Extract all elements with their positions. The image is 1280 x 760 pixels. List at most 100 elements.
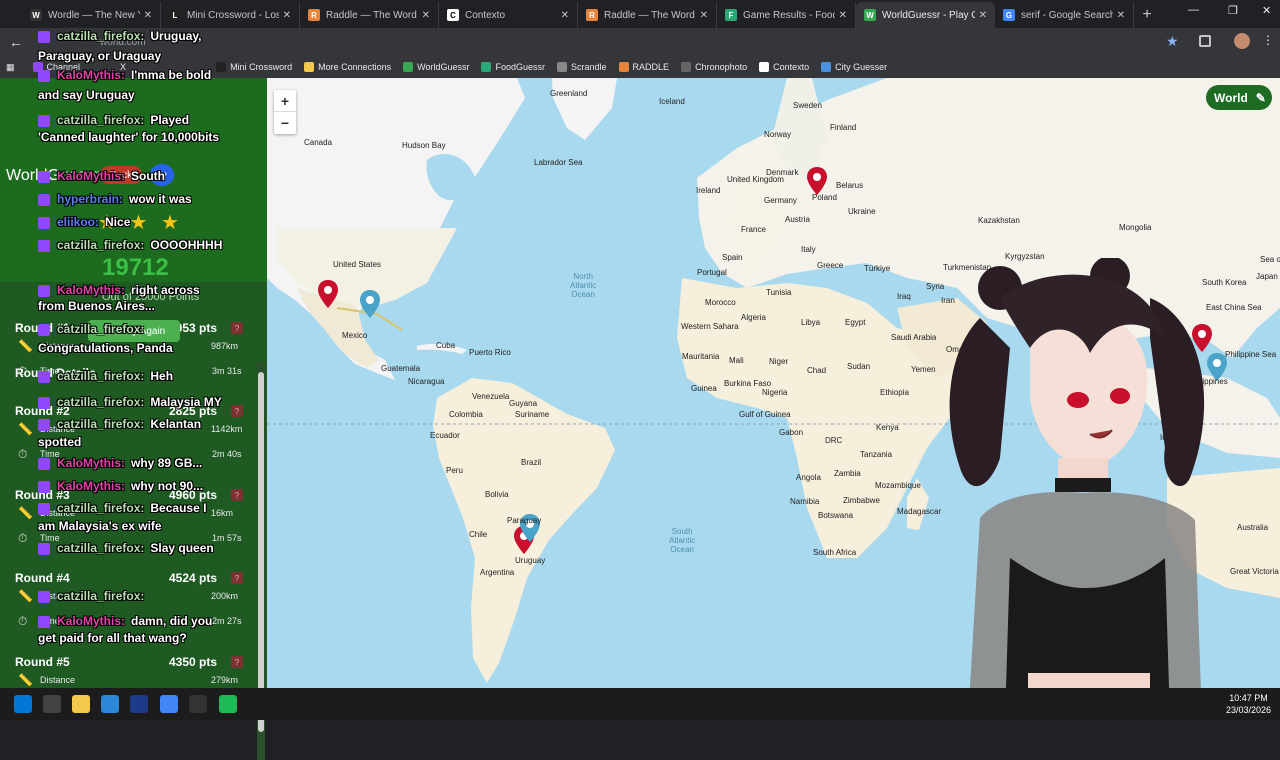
map-label: Paraguay xyxy=(507,516,542,525)
tab-favicon-icon: G xyxy=(1003,9,1015,21)
chat-text: why not 90... xyxy=(131,479,204,493)
map-label: Mozambique xyxy=(875,481,921,490)
menu-icon[interactable]: ⋮ xyxy=(1262,33,1274,47)
map-label: Hudson Bay xyxy=(402,141,446,150)
ruler-icon: 📏 xyxy=(18,506,33,520)
map-label: Guatemala xyxy=(381,364,421,373)
ocean-label-line: South xyxy=(671,527,693,536)
tab-4[interactable]: R Raddle — The Word Trans ✕ xyxy=(578,2,717,28)
bookmark-star-icon[interactable]: ★ xyxy=(1166,33,1179,50)
round-points: 4350 pts xyxy=(169,655,218,669)
map-label: Spain xyxy=(722,253,743,262)
file-explorer-icon[interactable] xyxy=(72,695,90,713)
bookmark-item[interactable]: RADDLE xyxy=(618,62,669,72)
tab-close-icon[interactable]: ✕ xyxy=(979,10,987,21)
bookmark-item[interactable]: Contexto xyxy=(759,62,809,72)
chat-username: catzilla_firefox: xyxy=(57,238,145,252)
map-label: Nigeria xyxy=(762,388,788,397)
map-label: Uruguay xyxy=(515,556,546,565)
bookmark-item[interactable]: Mini Crossword xyxy=(216,62,292,72)
distance-value: 1142km xyxy=(211,424,243,434)
chat-message: catzilla_firefox: Heh xyxy=(57,369,173,383)
tab-close-icon[interactable]: ✕ xyxy=(700,10,708,21)
new-tab-button[interactable]: + xyxy=(1134,2,1160,28)
map-label: Australia xyxy=(1237,523,1269,532)
extensions-icon[interactable] xyxy=(1199,35,1211,47)
map-label: Puerto Rico xyxy=(469,348,511,357)
tab-2[interactable]: R Raddle — The Word Trans ✕ xyxy=(300,2,439,28)
chat-message: KaloMythis: right across xyxy=(57,283,200,297)
chat-message: KaloMythis: why 89 GB... xyxy=(57,456,202,470)
round-info-badge[interactable]: ? xyxy=(231,405,243,417)
map-label: Brazil xyxy=(521,458,542,467)
profile-avatar[interactable] xyxy=(1234,33,1250,49)
bookmark-item[interactable]: WorldGuessr xyxy=(403,62,469,72)
avatar-eye-left xyxy=(1067,392,1089,408)
spotify-icon[interactable] xyxy=(219,695,237,713)
world-map-toggle[interactable]: World ✎ xyxy=(1206,85,1272,110)
guess-marker-icon[interactable] xyxy=(807,167,827,195)
bookmark-icon xyxy=(821,62,832,72)
minimize-icon[interactable]: — xyxy=(1188,4,1199,16)
chrome-icon[interactable] xyxy=(160,695,178,713)
round-info-badge[interactable]: ? xyxy=(231,489,243,501)
tab-close-icon[interactable]: ✕ xyxy=(144,10,152,21)
chat-text: Slay queen xyxy=(150,541,214,555)
back-arrow-icon[interactable]: ← xyxy=(9,34,23,50)
zoom-out-button[interactable]: − xyxy=(274,112,296,134)
settings-icon[interactable] xyxy=(43,695,61,713)
windows-start-icon[interactable] xyxy=(14,695,32,713)
tab-7[interactable]: Gserif - Google Search ✕ xyxy=(995,2,1134,28)
tab-close-icon[interactable]: ✕ xyxy=(422,10,430,21)
map-label: Austria xyxy=(785,215,810,224)
chat-text: Kelantan xyxy=(150,417,202,431)
bookmark-label: Contexto xyxy=(773,62,810,72)
chat-text: wow it was xyxy=(129,192,192,206)
map-label: Suriname xyxy=(515,410,550,419)
round-info-badge[interactable]: ? xyxy=(231,322,243,334)
app-icon[interactable] xyxy=(189,695,207,713)
chat-text: OOOOHHHH xyxy=(150,238,223,252)
answer-marker-icon[interactable] xyxy=(360,290,380,318)
tab-0[interactable]: W Wordle — The New York ✕ xyxy=(22,2,161,28)
tab-favicon-icon: R xyxy=(586,9,598,21)
chat-message: KaloMythis: South xyxy=(57,169,165,183)
round-info-badge[interactable]: ? xyxy=(231,656,243,668)
chat-message: Congratulations, Panda xyxy=(38,341,173,355)
chat-badge-icon xyxy=(38,171,50,183)
bookmark-item[interactable]: City Guesser xyxy=(821,62,887,72)
avatar-hair-left xyxy=(949,318,1010,487)
close-window-icon[interactable]: ✕ xyxy=(1262,4,1271,17)
tab-5[interactable]: F Game Results - FoodGues ✕ xyxy=(717,2,856,28)
apps-icon[interactable]: ▦ xyxy=(6,62,15,73)
chat-message: hyperbrain: wow it was xyxy=(57,192,192,206)
scrollbar-thumb[interactable] xyxy=(258,372,264,732)
bookmark-item[interactable]: Chronophoto xyxy=(681,62,747,72)
zoom-in-button[interactable]: + xyxy=(274,90,296,112)
chat-text: right across xyxy=(131,283,200,297)
bookmark-item[interactable]: Scrandle xyxy=(557,62,607,72)
chat-text: am Malaysia's ex wife xyxy=(38,519,162,533)
vtube-studio-icon[interactable] xyxy=(130,695,148,713)
maximize-icon[interactable]: ❐ xyxy=(1228,4,1238,17)
photos-icon[interactable] xyxy=(101,695,119,713)
map-label: Botswana xyxy=(818,511,854,520)
guess-marker-icon[interactable] xyxy=(318,280,338,308)
bookmark-item[interactable]: FoodGuessr xyxy=(481,62,545,72)
tab-close-icon[interactable]: ✕ xyxy=(283,10,291,21)
tab-close-icon[interactable]: ✕ xyxy=(1117,10,1125,21)
map-label: Niger xyxy=(769,357,789,366)
chat-badge-icon xyxy=(38,591,50,603)
tab-6[interactable]: W WorldGuessr - Play Geog ✕ xyxy=(856,2,995,28)
tab-3[interactable]: C Contexto ✕ xyxy=(439,2,578,28)
tab-1[interactable]: L Mini Crossword - Los Ang ✕ xyxy=(161,2,300,28)
ocean-label: North Atlantic Ocean xyxy=(570,272,596,299)
round-name: Round #5 xyxy=(15,655,70,669)
distance-label: Distance xyxy=(40,675,76,685)
bookmark-item[interactable]: More Connections xyxy=(304,62,391,72)
tab-close-icon[interactable]: ✕ xyxy=(839,10,847,21)
chat-username: KaloMythis: xyxy=(57,68,126,82)
chat-badge-icon xyxy=(38,70,50,82)
tab-close-icon[interactable]: ✕ xyxy=(561,10,569,21)
round-info-badge[interactable]: ? xyxy=(231,572,243,584)
